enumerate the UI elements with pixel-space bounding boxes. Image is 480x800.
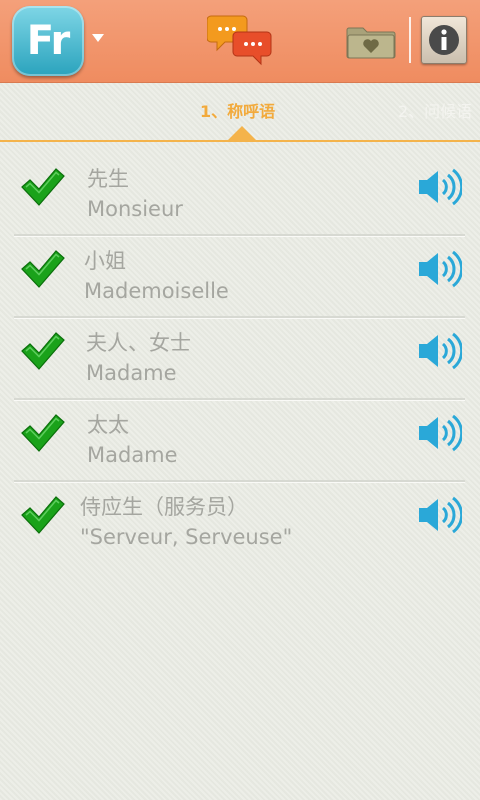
list-item[interactable]: 先生 Monsieur <box>0 155 480 237</box>
list-item[interactable]: 太太 Madame <box>0 401 480 483</box>
phrase-french: Monsieur <box>87 197 183 221</box>
phrase-list: 先生 Monsieur 小姐 Mademoiselle 夫人、女士 Madame… <box>0 155 480 565</box>
phrase-french: Mademoiselle <box>84 279 229 303</box>
app-logo[interactable]: Fr <box>12 6 84 76</box>
phrase-french: "Serveur, Serveuse" <box>80 525 293 549</box>
list-item[interactable]: 夫人、女士 Madame <box>0 319 480 401</box>
checkmark-icon[interactable] <box>20 495 66 535</box>
chat-bubbles-icon[interactable] <box>207 14 273 68</box>
phrase-french: Madame <box>86 361 177 385</box>
phrase-chinese: 先生 <box>87 167 129 191</box>
top-bar: Fr <box>0 0 480 83</box>
speaker-icon[interactable] <box>416 329 462 373</box>
tab-greetings[interactable]: 2、问候语 <box>398 98 472 122</box>
active-tab-indicator <box>228 126 256 140</box>
checkmark-icon[interactable] <box>20 249 66 289</box>
checkmark-icon[interactable] <box>20 413 66 453</box>
phrase-chinese: 小姐 <box>84 249 126 273</box>
phrase-chinese: 侍应生（服务员） <box>80 495 248 519</box>
info-icon <box>429 25 459 55</box>
chevron-down-icon[interactable] <box>92 34 104 42</box>
phrase-chinese: 夫人、女士 <box>86 331 191 355</box>
toolbar-divider <box>409 17 411 63</box>
tab-underline <box>0 140 480 142</box>
phrase-french: Madame <box>87 443 178 467</box>
heart-folder-icon[interactable] <box>346 22 396 60</box>
list-item[interactable]: 小姐 Mademoiselle <box>0 237 480 319</box>
checkmark-icon[interactable] <box>20 331 66 371</box>
info-button[interactable] <box>421 16 467 64</box>
speaker-icon[interactable] <box>416 493 462 537</box>
phrase-chinese: 太太 <box>87 413 129 437</box>
speaker-icon[interactable] <box>416 411 462 455</box>
speaker-icon[interactable] <box>416 165 462 209</box>
tab-forms-of-address[interactable]: 1、称呼语 <box>200 98 275 122</box>
checkmark-icon[interactable] <box>20 167 66 207</box>
speaker-icon[interactable] <box>416 247 462 291</box>
list-item[interactable]: 侍应生（服务员） "Serveur, Serveuse" <box>0 483 480 565</box>
